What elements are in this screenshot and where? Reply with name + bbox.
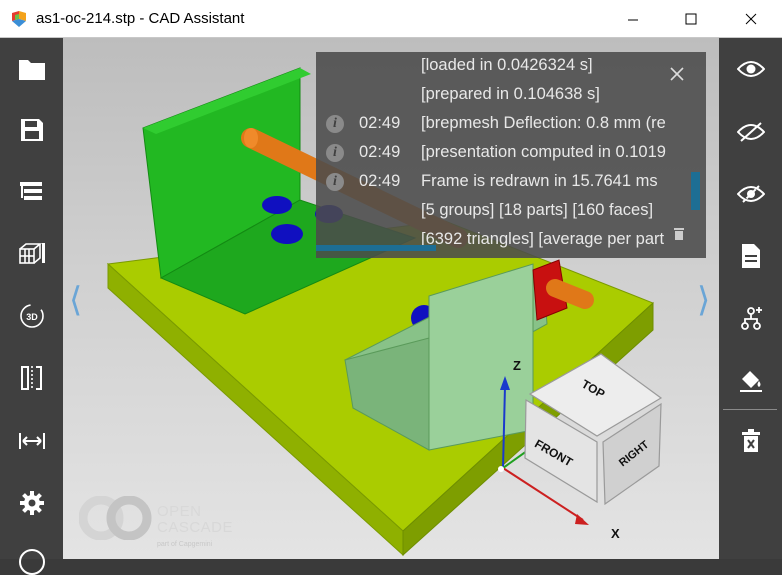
open-file-icon <box>18 60 45 80</box>
logo-text: OPEN CASCADE <box>157 504 233 536</box>
log-entry: [5 groups] [18 parts] [160 faces] <box>316 198 706 227</box>
explode-button[interactable] <box>0 234 63 274</box>
hole-2 <box>271 224 303 244</box>
hide-button[interactable] <box>719 112 782 152</box>
log-entry-text: [presentation computed in 0.1019 <box>421 143 666 161</box>
paint-bucket-button[interactable] <box>719 360 782 400</box>
hierarchy-icon <box>740 307 762 330</box>
close-button[interactable] <box>728 0 774 38</box>
view-3d-icon: 3D <box>19 304 44 328</box>
log-close-icon[interactable] <box>669 66 685 82</box>
support-side <box>428 263 534 451</box>
log-entry: [6392 triangles] [average per part <box>316 227 706 256</box>
settings-icon <box>19 491 44 515</box>
info-icon: i <box>326 115 344 133</box>
log-entry-text: Frame is redrawn in 15.7641 ms <box>421 172 658 190</box>
minimize-icon <box>628 19 638 21</box>
hide-icon <box>736 122 765 142</box>
info-icon: i <box>326 144 344 162</box>
document-info-button[interactable] <box>719 236 782 276</box>
prev-arrow-icon[interactable]: ⟨ <box>69 280 82 320</box>
svg-text:3D: 3D <box>26 312 38 322</box>
3d-viewport[interactable]: TOP FRONT RIGHT Z X ⟨ ⟩ OPEN CASCADE par… <box>63 38 719 559</box>
model-tree-button[interactable] <box>0 172 63 212</box>
log-entry-time: 02:49 <box>359 114 401 132</box>
opencascade-logo <box>79 496 152 540</box>
window-title: as1-oc-214.stp - CAD Assistant <box>36 10 245 27</box>
view-3d-button[interactable]: 3D <box>0 296 63 336</box>
log-entry: i 02:49 Frame is redrawn in 15.7641 ms <box>316 169 706 198</box>
log-entry: [loaded in 0.0426324 s] <box>316 53 706 82</box>
save-icon <box>20 119 43 141</box>
document-info-icon <box>741 244 760 268</box>
log-entry: i 02:49 [presentation computed in 0.1019 <box>316 140 706 169</box>
logo-sub: part of Capgemini <box>157 541 213 548</box>
model-tree-icon <box>19 182 42 200</box>
measure-icon <box>18 433 45 449</box>
log-vertical-scrollbar[interactable] <box>691 172 700 210</box>
section-clip-icon <box>20 366 42 390</box>
log-entry-time: 02:49 <box>359 143 401 161</box>
show-button[interactable] <box>719 49 782 89</box>
isolate-button[interactable] <box>719 174 782 214</box>
right-toolbar <box>719 38 782 559</box>
log-entry-text: [prepared in 0.104638 s] <box>421 85 600 103</box>
hole-1 <box>262 196 292 214</box>
settings-button[interactable] <box>0 483 63 523</box>
log-entry-text: [loaded in 0.0426324 s] <box>421 56 593 74</box>
rod-end <box>244 128 258 148</box>
log-entry-text: [6392 triangles] [average per part <box>421 230 665 248</box>
paint-bucket-icon <box>739 371 762 392</box>
delete-icon <box>741 429 760 452</box>
hierarchy-button[interactable] <box>719 298 782 338</box>
show-icon <box>736 61 765 77</box>
maximize-button[interactable] <box>668 0 714 38</box>
title-bar: as1-oc-214.stp - CAD Assistant <box>0 0 782 38</box>
help-icon[interactable] <box>19 549 45 575</box>
rod-end-segment <box>546 279 594 309</box>
explode-icon <box>18 243 45 264</box>
next-arrow-icon[interactable]: ⟩ <box>697 280 710 320</box>
logo-line2: CASCADE <box>157 519 234 536</box>
message-log-panel[interactable]: [loaded in 0.0426324 s] [prepared in 0.10… <box>316 52 706 258</box>
delete-button[interactable] <box>719 421 782 461</box>
measure-button[interactable] <box>0 421 63 461</box>
maximize-icon <box>685 13 697 25</box>
log-entry-text: [brepmesh Deflection: 0.8 mm (re <box>421 114 666 132</box>
minimize-button[interactable] <box>610 0 656 38</box>
x-axis-label: X <box>611 526 620 541</box>
app-icon <box>12 11 26 27</box>
open-file-button[interactable] <box>0 49 63 89</box>
section-clip-button[interactable] <box>0 358 63 398</box>
save-button[interactable] <box>0 110 63 150</box>
isolate-icon <box>736 185 765 203</box>
log-clear-icon[interactable] <box>673 226 685 240</box>
log-entry: i 02:49 [brepmesh Deflection: 0.8 mm (re <box>316 111 706 140</box>
log-entry: [prepared in 0.104638 s] <box>316 82 706 111</box>
toolbar-separator <box>723 409 777 410</box>
log-entry-text: [5 groups] [18 parts] [160 faces] <box>421 201 654 219</box>
log-entry-time: 02:49 <box>359 172 401 190</box>
info-icon: i <box>326 173 344 191</box>
logo-line1: OPEN <box>157 503 202 520</box>
log-horizontal-scrollbar[interactable] <box>316 245 436 251</box>
close-icon <box>745 13 757 25</box>
z-axis-label: Z <box>513 358 521 373</box>
left-toolbar: 3D <box>0 38 63 575</box>
